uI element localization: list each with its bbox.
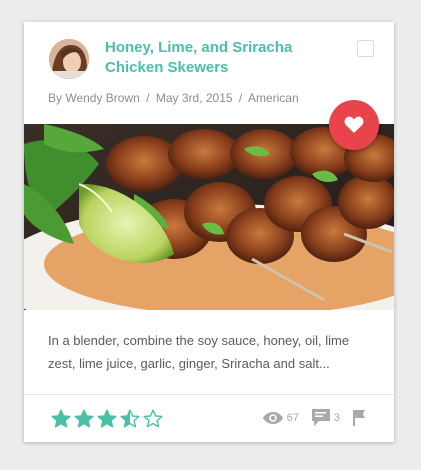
recipe-photo[interactable] [24,124,394,310]
eye-icon [262,411,283,424]
recipe-description: In a blender, combine the soy sauce, hon… [48,333,350,371]
meta-separator: / [146,91,150,105]
comments-count[interactable]: 3 [311,408,340,427]
report-button[interactable] [352,409,368,426]
star-half-icon[interactable] [120,409,140,429]
star-filled-icon[interactable] [51,409,71,429]
comments-value: 3 [333,411,340,424]
favorite-button[interactable] [329,100,379,150]
card-divider [24,394,394,395]
star-empty-icon[interactable] [143,409,163,429]
recipe-meta: By Wendy Brown / May 3rd, 2015 / America… [48,91,299,105]
heart-icon [344,116,364,133]
author-avatar[interactable] [49,39,89,79]
cuisine-tag[interactable]: American [248,91,299,105]
star-rating[interactable] [51,409,163,429]
recipe-stats: 67 3 [262,408,368,427]
publish-date: May 3rd, 2015 [155,91,233,105]
star-filled-icon[interactable] [74,409,94,429]
comment-icon [311,409,330,426]
checkbox-icon[interactable] [357,40,374,57]
views-count: 67 [262,411,299,425]
meta-separator: / [238,91,243,105]
views-value: 67 [286,411,299,424]
flag-icon [353,410,365,426]
recipe-title[interactable]: Honey, Lime, and Sriracha Chicken Skewer… [105,38,345,78]
star-filled-icon[interactable] [97,409,117,429]
recipe-card: Honey, Lime, and Sriracha Chicken Skewer… [24,22,394,442]
author-name[interactable]: By Wendy Brown [48,91,140,105]
